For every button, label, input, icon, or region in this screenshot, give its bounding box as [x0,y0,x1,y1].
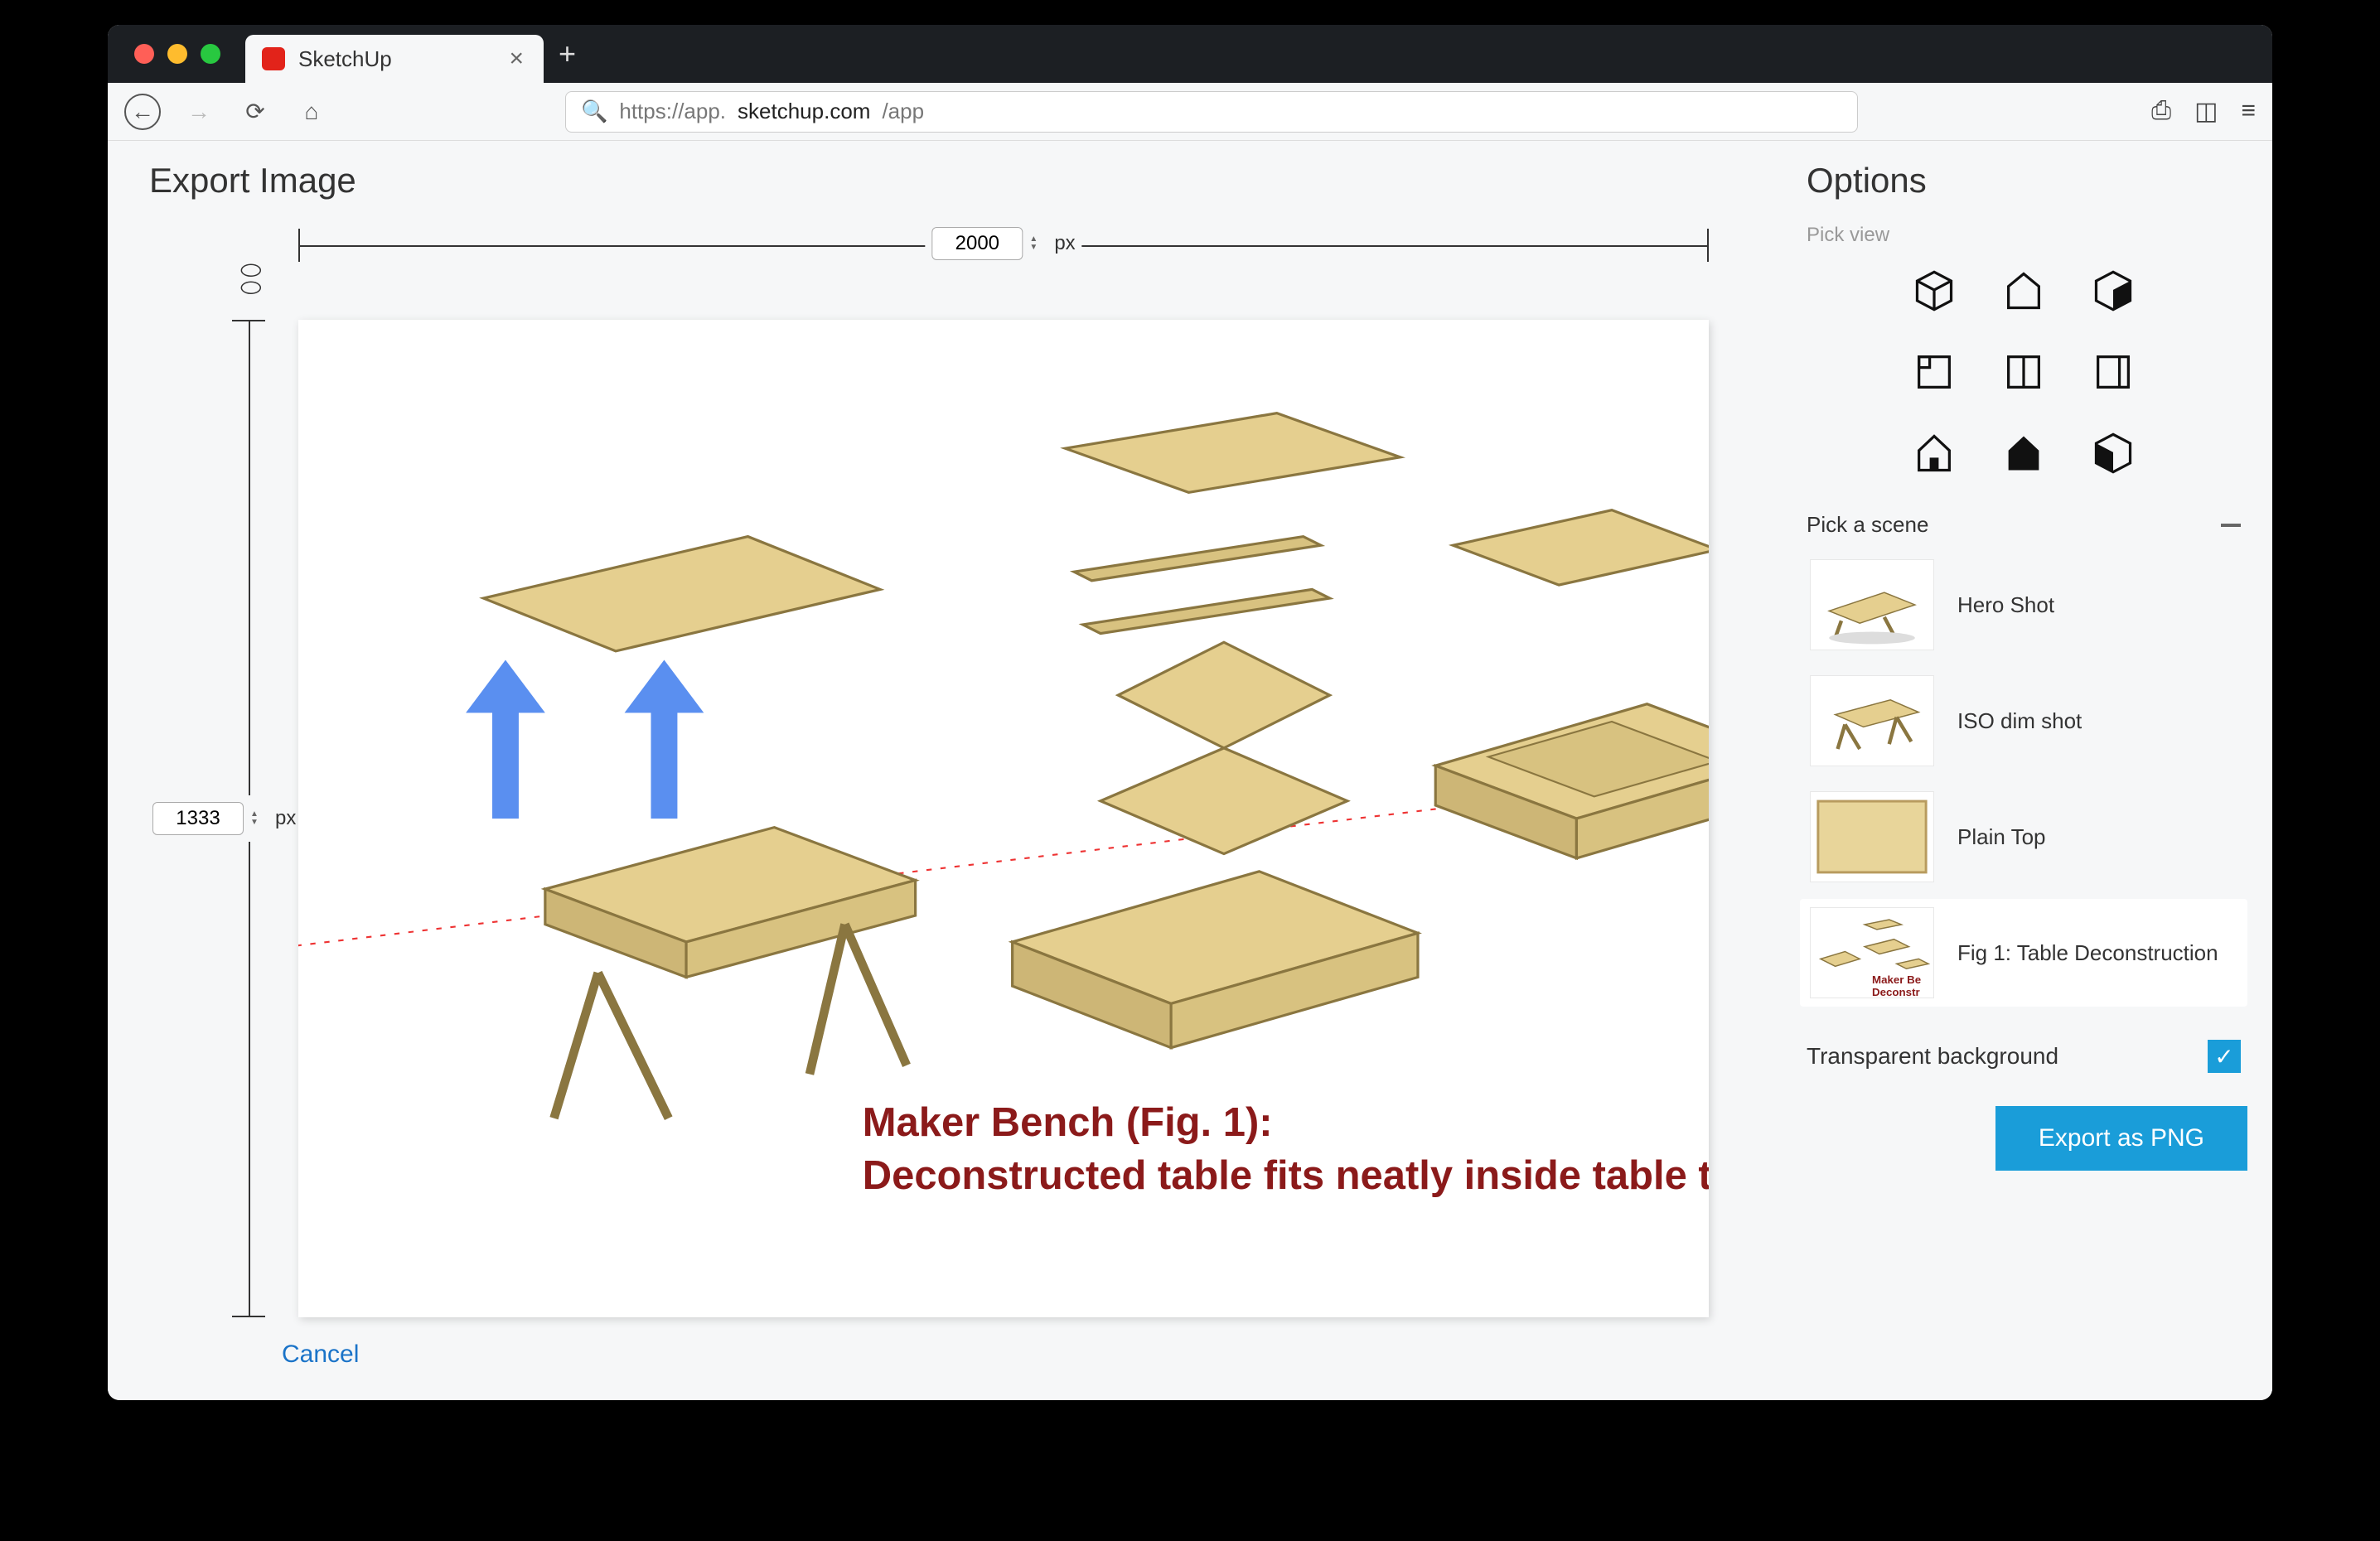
sidebar-icon[interactable]: ◫ [2194,97,2218,126]
browser-tab[interactable]: SketchUp × [245,35,544,83]
export-panel: Export Image ⬭⬭ ▲▼ px [108,141,1792,1400]
scene-thumb [1810,675,1934,766]
front-view-button[interactable] [1991,262,2057,320]
transparent-label: Transparent background [1807,1043,2058,1070]
link-dimensions-icon[interactable]: ⬭⬭ [240,262,262,297]
scene-label: ISO dim shot [1957,708,2082,734]
transparent-checkbox[interactable]: ✓ [2208,1040,2241,1073]
perspective-view-button[interactable] [1991,424,2057,482]
caption-line-2: Deconstructed table fits neatly inside t… [863,1153,1709,1198]
collapse-icon[interactable] [2221,524,2241,527]
cancel-button[interactable]: Cancel [282,1341,359,1369]
scene-thumb [1810,559,1934,650]
back-view-button[interactable] [1991,343,2057,401]
new-tab-button[interactable]: + [559,36,576,71]
scene-label: Plain Top [1957,824,2046,850]
view-grid [1901,262,2146,482]
app-body: Export Image ⬭⬭ ▲▼ px [108,141,2272,1400]
right-view-button[interactable] [2080,262,2146,320]
tab-title: SketchUp [298,46,392,72]
width-unit: px [1054,232,1075,255]
svg-text:Deconstr: Deconstr [1872,986,1920,998]
minimize-window-icon[interactable] [167,44,187,64]
home-button[interactable]: ⌂ [293,94,330,130]
bottom-view-button[interactable] [1901,424,1967,482]
close-tab-icon[interactable]: × [506,45,527,73]
scene-item-plain-top[interactable]: Plain Top [1800,783,2247,891]
close-window-icon[interactable] [134,44,154,64]
height-ruler: ▲▼ px [224,320,273,1317]
options-title: Options [1800,149,2247,220]
forward-button[interactable]: → [181,94,217,130]
address-bar: ← → ⟳ ⌂ 🔍 https://app. sketchup.com/app ⎙… [108,83,2272,141]
browser-window: SketchUp × + ← → ⟳ ⌂ 🔍 https://app. sketc… [108,25,2272,1400]
footer-bar: Cancel [116,1317,1767,1392]
top-view-button[interactable] [1901,343,1967,401]
height-stepper[interactable]: ▲▼ [250,810,268,827]
options-panel: Options Pick view Pick a scene [1792,141,2272,1400]
scene-item-iso-dim[interactable]: ISO dim shot [1800,667,2247,775]
scene-thumb: Maker BeDeconstr [1810,907,1934,998]
scene-item-fig1[interactable]: Maker BeDeconstr Fig 1: Table Deconstruc… [1800,899,2247,1007]
window-controls [134,44,220,64]
transparent-row: Transparent background ✓ [1800,1040,2247,1073]
scene-item-hero-shot[interactable]: Hero Shot [1800,551,2247,659]
height-input[interactable] [152,802,244,835]
url-pre: https://app. [619,99,726,124]
url-post: /app [882,99,924,124]
left-view-button[interactable] [2080,343,2146,401]
scene-list: Hero Shot ISO dim shot Plain Top Maker B… [1800,551,2247,1007]
pick-view-label: Pick view [1800,220,2247,262]
page-title: Export Image [116,149,1767,220]
export-button[interactable]: Export as PNG [1995,1106,2247,1171]
back-button[interactable]: ← [124,94,161,130]
menu-icon[interactable]: ≡ [2241,97,2256,126]
sketchup-favicon-icon [262,47,285,70]
url-host: sketchup.com [738,99,870,124]
svg-text:Maker Be: Maker Be [1872,973,1921,986]
two-point-view-button[interactable] [2080,424,2146,482]
width-input[interactable] [931,227,1023,260]
library-icon[interactable]: ⎙ [2151,97,2171,126]
search-icon: 🔍 [581,99,607,124]
reload-button[interactable]: ⟳ [237,94,273,130]
height-unit: px [275,807,296,830]
width-ruler: ▲▼ px [298,220,1709,270]
iso-view-button[interactable] [1901,262,1967,320]
pick-scene-header[interactable]: Pick a scene [1800,512,2247,551]
url-input[interactable]: 🔍 https://app. sketchup.com/app [565,91,1858,133]
pick-scene-label: Pick a scene [1807,512,1928,538]
canvas-area: ⬭⬭ ▲▼ px ▲▼ px [191,220,1709,1317]
tab-bar: SketchUp × + [108,25,2272,83]
width-stepper[interactable]: ▲▼ [1029,235,1047,252]
scene-label: Hero Shot [1957,592,2054,618]
preview-canvas: Maker Bench (Fig. 1): Deconstructed tabl… [298,320,1709,1317]
scene-thumb [1810,791,1934,882]
caption-line-1: Maker Bench (Fig. 1): [863,1100,1273,1145]
scene-label: Fig 1: Table Deconstruction [1957,940,2218,966]
maximize-window-icon[interactable] [201,44,220,64]
